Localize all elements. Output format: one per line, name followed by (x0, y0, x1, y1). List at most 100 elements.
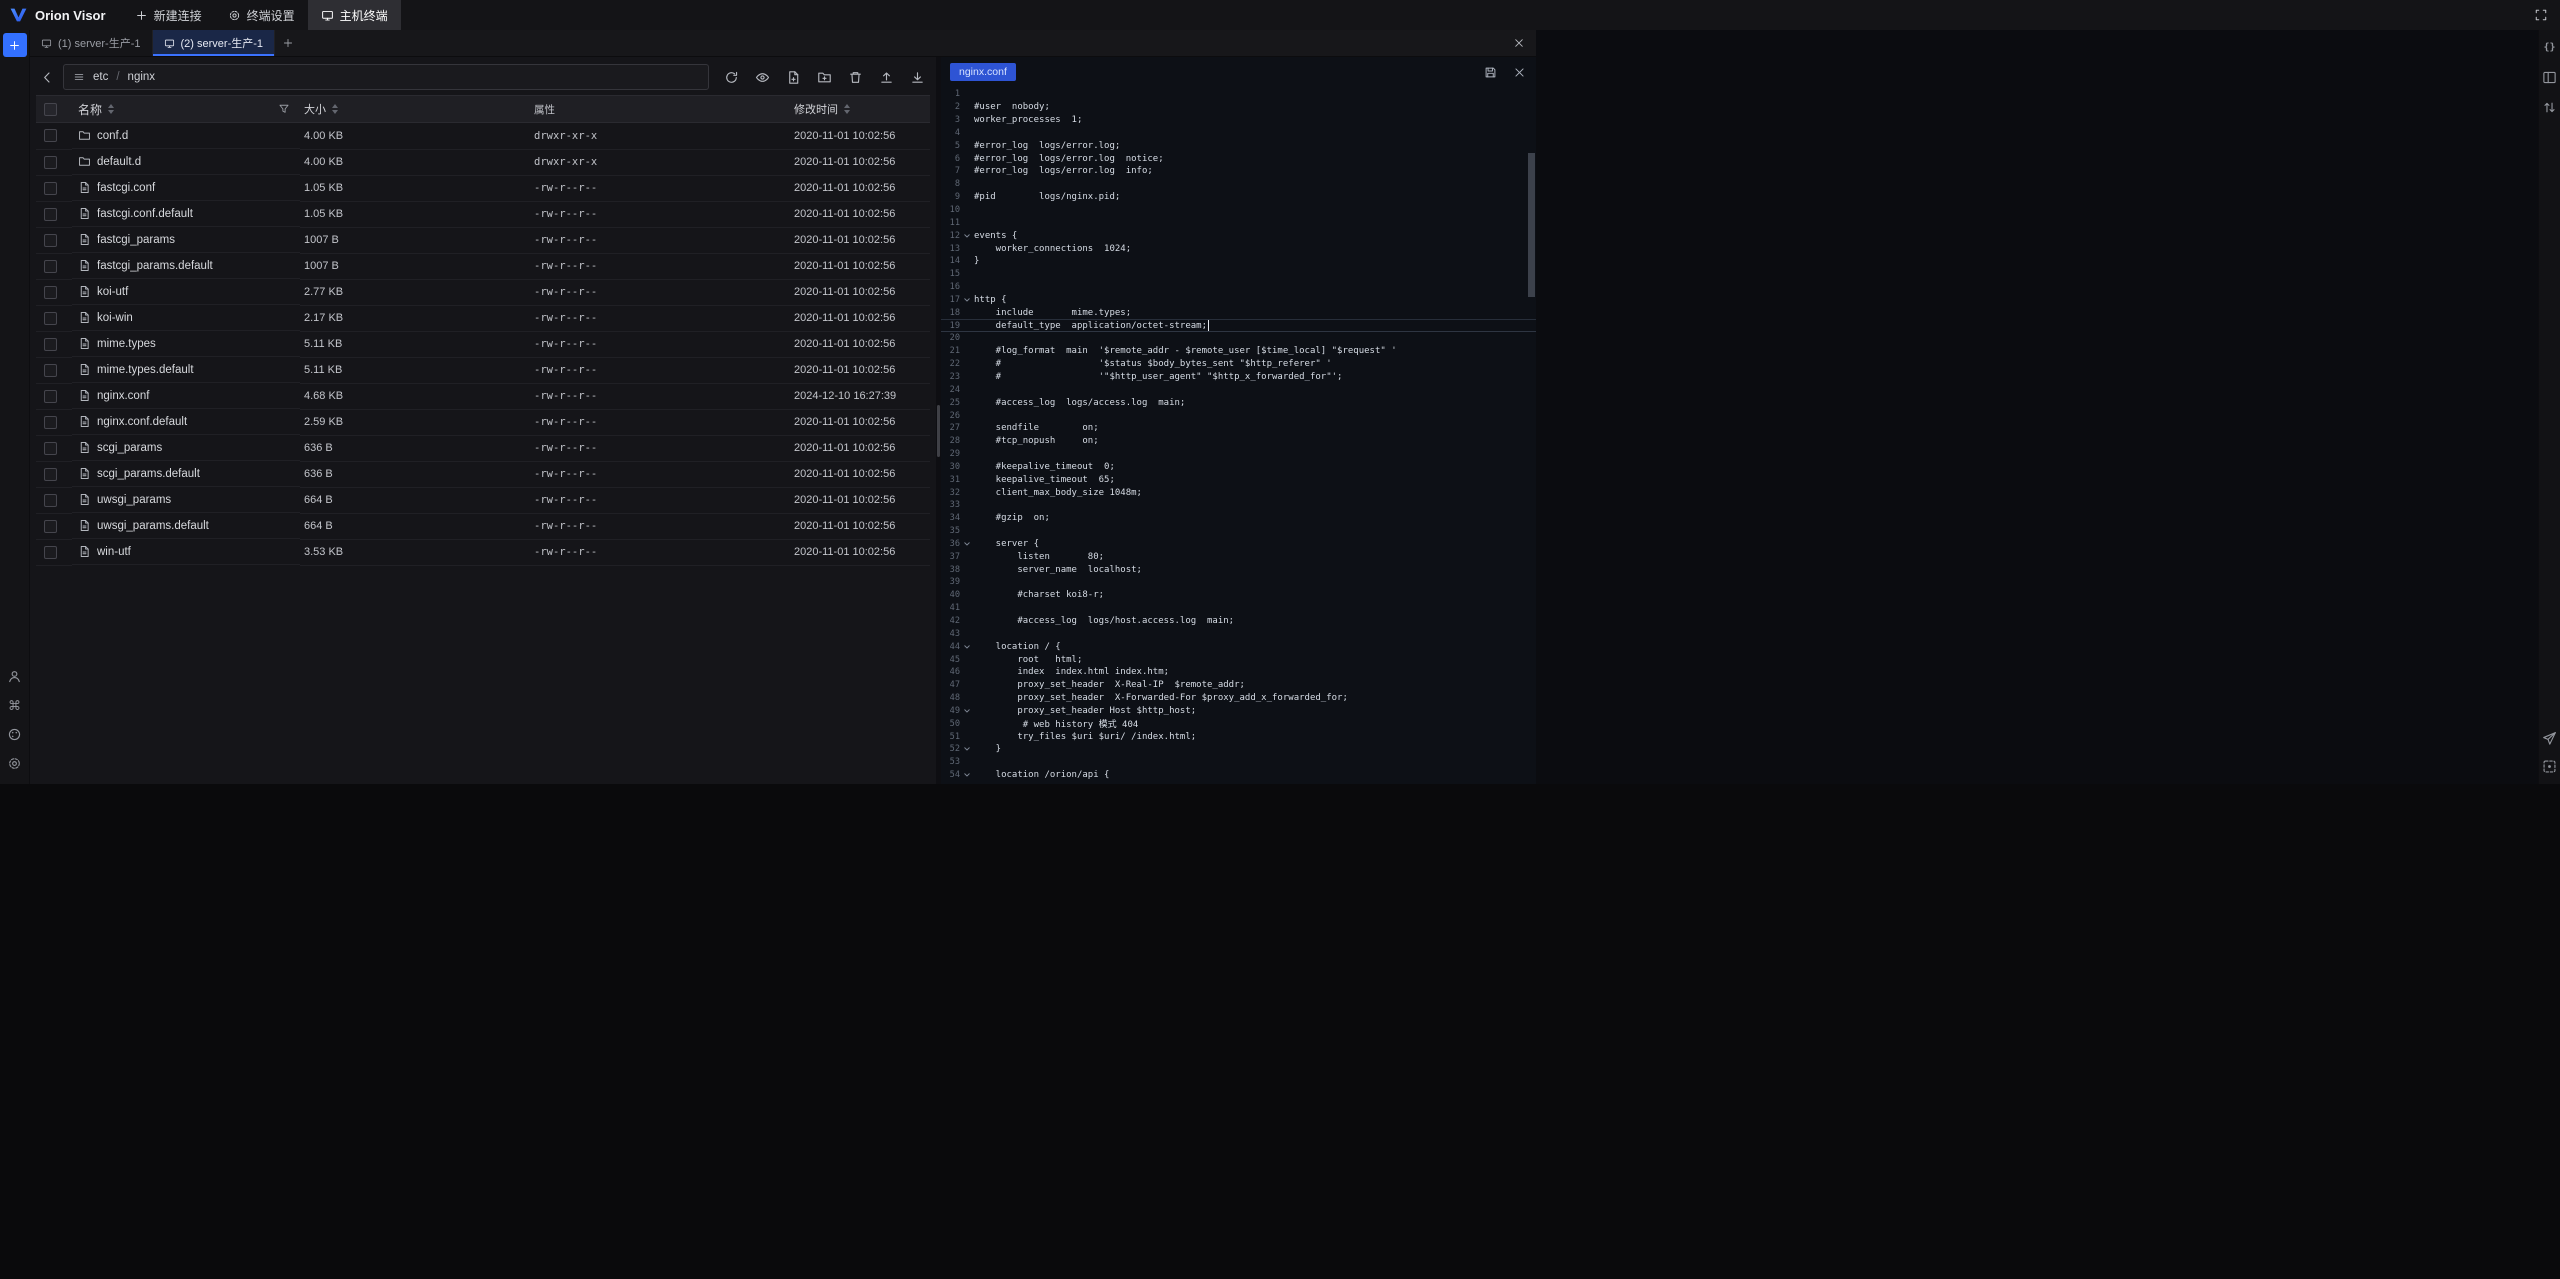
file-name[interactable]: fastcgi.conf (97, 182, 155, 194)
save-icon[interactable] (1483, 65, 1498, 80)
code-line-46[interactable]: 46 index index.html index.htm; (941, 666, 1536, 679)
list-icon[interactable] (73, 71, 85, 83)
file-row[interactable]: nginx.conf4.68 KB-rw-r--r--2024-12-10 16… (36, 383, 930, 409)
file-row[interactable]: mime.types.default5.11 KB-rw-r--r--2020-… (36, 357, 930, 383)
code-line-25[interactable]: 25 #access_log logs/access.log main; (941, 396, 1536, 409)
row-checkbox[interactable] (44, 208, 57, 221)
theme-icon[interactable] (6, 726, 23, 743)
row-checkbox[interactable] (44, 520, 57, 533)
row-checkbox[interactable] (44, 182, 57, 195)
code-line-38[interactable]: 38 server_name localhost; (941, 563, 1536, 576)
code-line-6[interactable]: 6#error_log logs/error.log notice; (941, 152, 1536, 165)
row-checkbox[interactable] (44, 234, 57, 247)
file-name[interactable]: nginx.conf.default (97, 416, 187, 428)
editor-body[interactable]: 12#user nobody;3worker_processes 1;45#er… (941, 87, 1536, 784)
code-line-29[interactable]: 29 (941, 448, 1536, 461)
row-checkbox[interactable] (44, 129, 57, 142)
code-line-50[interactable]: 50 # web history 模式 404 (941, 717, 1536, 730)
plus-icon[interactable] (3, 33, 27, 57)
file-name[interactable]: conf.d (97, 130, 128, 142)
row-checkbox[interactable] (44, 494, 57, 507)
panel-layout-icon[interactable] (2541, 69, 2558, 86)
filter-icon[interactable] (278, 103, 290, 115)
code-line-40[interactable]: 40 #charset koi8-r; (941, 589, 1536, 602)
code-line-7[interactable]: 7#error_log logs/error.log info; (941, 165, 1536, 178)
code-line-52[interactable]: 52 } (941, 743, 1536, 756)
file-name[interactable]: scgi_params.default (97, 468, 200, 480)
file-row[interactable]: fastcgi_params.default1007 B-rw-r--r--20… (36, 253, 930, 279)
file-row[interactable]: fastcgi_params1007 B-rw-r--r--2020-11-01… (36, 227, 930, 253)
file-name[interactable]: fastcgi_params.default (97, 260, 213, 272)
select-all-checkbox[interactable] (44, 103, 57, 116)
code-line-11[interactable]: 11 (941, 216, 1536, 229)
sort-icon[interactable] (108, 104, 114, 114)
file-name[interactable]: mime.types (97, 338, 156, 350)
editor-scrollbar[interactable] (1528, 153, 1535, 297)
menu-item-new-connection[interactable]: 新建连接 (122, 0, 215, 30)
file-row[interactable]: mime.types5.11 KB-rw-r--r--2020-11-01 10… (36, 331, 930, 357)
code-line-31[interactable]: 31 keepalive_timeout 65; (941, 473, 1536, 486)
code-line-14[interactable]: 14} (941, 255, 1536, 268)
code-line-41[interactable]: 41 (941, 602, 1536, 615)
session-tab-2[interactable]: (2) server-生产-1 (153, 30, 276, 56)
file-name[interactable]: koi-utf (97, 286, 128, 298)
plus-icon[interactable] (275, 30, 301, 56)
code-line-1[interactable]: 1 (941, 88, 1536, 101)
trash-icon[interactable] (846, 68, 864, 86)
row-checkbox[interactable] (44, 468, 57, 481)
code-line-48[interactable]: 48 proxy_set_header X-Forwarded-For $pro… (941, 692, 1536, 705)
code-line-30[interactable]: 30 #keepalive_timeout 0; (941, 460, 1536, 473)
code-line-43[interactable]: 43 (941, 627, 1536, 640)
file-row[interactable]: default.d4.00 KBdrwxr-xr-x2020-11-01 10:… (36, 149, 930, 175)
eye-icon[interactable] (753, 68, 771, 86)
file-name[interactable]: fastcgi_params (97, 234, 175, 246)
row-checkbox[interactable] (44, 390, 57, 403)
code-line-4[interactable]: 4 (941, 127, 1536, 140)
command-icon[interactable]: ⌘ (6, 697, 23, 714)
file-name[interactable]: uwsgi_params.default (97, 520, 209, 532)
code-line-53[interactable]: 53 (941, 756, 1536, 769)
row-checkbox[interactable] (44, 442, 57, 455)
chevron-left-icon[interactable] (38, 68, 56, 86)
resize-grip[interactable] (937, 405, 940, 457)
close-icon[interactable] (1511, 35, 1527, 51)
code-line-51[interactable]: 51 try_files $uri $uri/ /index.html; (941, 730, 1536, 743)
breadcrumb-segment[interactable]: etc (93, 71, 108, 83)
file-row[interactable]: scgi_params636 B-rw-r--r--2020-11-01 10:… (36, 435, 930, 461)
row-checkbox[interactable] (44, 260, 57, 273)
menu-item-host-terminal[interactable]: 主机终端 (308, 0, 401, 30)
fold-chevron-icon[interactable] (960, 540, 974, 548)
sort-icon[interactable] (844, 104, 850, 114)
new-folder-icon[interactable] (815, 68, 833, 86)
fold-chevron-icon[interactable] (960, 643, 974, 651)
code-line-10[interactable]: 10 (941, 204, 1536, 217)
code-line-45[interactable]: 45 root html; (941, 653, 1536, 666)
file-row[interactable]: koi-win2.17 KB-rw-r--r--2020-11-01 10:02… (36, 305, 930, 331)
code-line-47[interactable]: 47 proxy_set_header X-Real-IP $remote_ad… (941, 679, 1536, 692)
file-row[interactable]: uwsgi_params664 B-rw-r--r--2020-11-01 10… (36, 487, 930, 513)
file-name[interactable]: koi-win (97, 312, 133, 324)
fold-chevron-icon[interactable] (960, 707, 974, 715)
file-row[interactable]: win-utf3.53 KB-rw-r--r--2020-11-01 10:02… (36, 539, 930, 565)
file-row[interactable]: fastcgi.conf.default1.05 KB-rw-r--r--202… (36, 201, 930, 227)
send-icon[interactable] (2541, 730, 2558, 747)
code-line-36[interactable]: 36 server { (941, 538, 1536, 551)
code-line-54[interactable]: 54 location /orion/api { (941, 769, 1536, 782)
file-name[interactable]: scgi_params (97, 442, 162, 454)
code-line-33[interactable]: 33 (941, 499, 1536, 512)
fold-chevron-icon[interactable] (960, 296, 974, 304)
code-line-42[interactable]: 42 #access_log logs/host.access.log main… (941, 615, 1536, 628)
session-tab-1[interactable]: (1) server-生产-1 (30, 30, 153, 56)
column-header-size[interactable]: 大小 (304, 101, 326, 117)
code-line-37[interactable]: 37 listen 80; (941, 550, 1536, 563)
code-line-22[interactable]: 22 # '$status $body_bytes_sent "$http_re… (941, 358, 1536, 371)
fold-chevron-icon[interactable] (960, 745, 974, 753)
new-file-icon[interactable] (784, 68, 802, 86)
fold-chevron-icon[interactable] (960, 771, 974, 779)
code-line-5[interactable]: 5#error_log logs/error.log; (941, 139, 1536, 152)
column-header-mtime[interactable]: 修改时间 (794, 101, 838, 117)
code-line-21[interactable]: 21 #log_format main '$remote_addr - $rem… (941, 345, 1536, 358)
row-checkbox[interactable] (44, 546, 57, 559)
code-line-24[interactable]: 24 (941, 383, 1536, 396)
user-icon[interactable] (6, 668, 23, 685)
